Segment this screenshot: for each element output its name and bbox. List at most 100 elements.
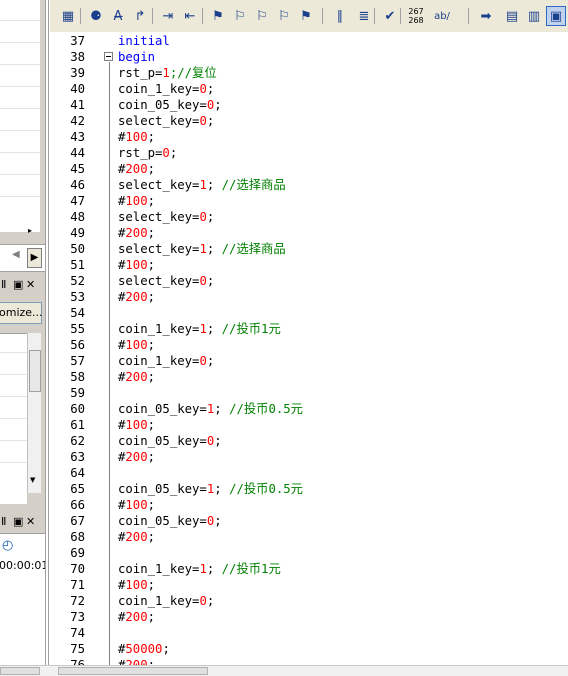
bookmark-next-icon[interactable]: ⚐ — [230, 6, 250, 26]
code-line: 54 — [50, 305, 568, 321]
pin-icon[interactable]: Ⅱ — [1, 278, 6, 291]
code-number: 100 — [125, 194, 148, 208]
indent-icon[interactable]: ⇥ — [158, 6, 178, 26]
code-number: 1 — [162, 66, 170, 80]
line-number: 46 — [70, 178, 85, 192]
toolbar-separator — [374, 8, 375, 24]
code-line: 52 select_key=0; — [50, 273, 568, 289]
line-number: 74 — [70, 626, 85, 640]
bookmark-clear-icon[interactable]: ⚐ — [274, 6, 294, 26]
scroll-icon[interactable]: ≣ — [354, 6, 374, 26]
code-line: 41 coin_05_key=0; — [50, 97, 568, 113]
left-hscroll-thumb[interactable] — [0, 667, 40, 675]
spellcheck-icon[interactable]: ✔ — [380, 6, 400, 26]
code-token: ; — [147, 610, 156, 624]
nav-left-arrow[interactable]: ◀ — [12, 249, 20, 260]
line-number: 65 — [70, 482, 85, 496]
code-text: select_key=1; //选择商品 — [118, 177, 286, 193]
restore-icon-2[interactable]: ▣ — [13, 515, 23, 528]
code-number: 100 — [125, 130, 148, 144]
line-number: 53 — [70, 290, 85, 304]
editor-hscroll-thumb[interactable] — [58, 667, 208, 675]
line-number: 76 — [70, 658, 85, 665]
line-number: 42 — [70, 114, 85, 128]
scroll-right-small[interactable]: ▸ — [28, 226, 32, 235]
code-number: 1 — [199, 562, 207, 576]
left-vscrollbar[interactable]: ▼ — [27, 333, 41, 493]
line-count-icon[interactable]: 267 268 — [406, 6, 426, 26]
view-icon[interactable]: ▦ — [58, 6, 78, 26]
close-icon-2[interactable]: ✕ — [26, 515, 35, 528]
arrow-right-icon[interactable]: ➡ — [476, 6, 496, 26]
panel-title-bar-1: Ⅱ ▣ ✕ — [0, 277, 45, 293]
panel-title-bar-2: Ⅱ ▣ ✕ — [0, 514, 45, 530]
code-line: 55 coin_1_key=1; //投币1元 — [50, 321, 568, 337]
code-text: coin_05_key=0; — [118, 433, 222, 449]
line-number: 69 — [70, 546, 85, 560]
line-number: 62 — [70, 434, 85, 448]
code-token: ; — [206, 562, 222, 576]
timer-area: ◴ 00:00:01 — [0, 533, 45, 666]
code-token: ; — [214, 402, 230, 416]
paperclip-icon[interactable]: ∥ — [330, 6, 350, 26]
code-token: ; — [147, 418, 156, 432]
code-line: 64 — [50, 465, 568, 481]
code-token: ; — [206, 114, 215, 128]
replace-icon[interactable]: A̶ — [108, 6, 128, 26]
customize-button[interactable]: omize... — [0, 302, 43, 324]
code-token: ; — [214, 482, 230, 496]
code-editor[interactable]: 37 initial 38 begin 39 rst_p=1;//复位 40 coin_1_k… — [50, 32, 568, 665]
scroll-thumb[interactable] — [29, 350, 41, 392]
line-number: 47 — [70, 194, 85, 208]
bookmark-toggle-icon[interactable]: ⚑ — [208, 6, 228, 26]
close-icon[interactable]: ✕ — [26, 278, 35, 291]
line-number: 71 — [70, 578, 85, 592]
code-token: ; — [169, 146, 178, 160]
scroll-down-arrow[interactable]: ▼ — [30, 476, 35, 484]
code-text: #50000; — [118, 641, 170, 657]
panel-icon[interactable]: ▤ — [502, 6, 522, 26]
toolbar-separator — [322, 8, 323, 24]
pin-icon-2[interactable]: Ⅱ — [1, 515, 6, 528]
code-token: ; — [214, 98, 222, 112]
line-number: 70 — [70, 562, 85, 576]
outdent-icon[interactable]: ⇤ — [180, 6, 200, 26]
timer-text: 00:00:01 — [0, 559, 45, 572]
goto-line-icon[interactable]: ↱ — [130, 6, 150, 26]
bookmark-clear-all-icon[interactable]: ⚑ — [296, 6, 316, 26]
code-line: 48 select_key=0; — [50, 209, 568, 225]
line-number: 54 — [70, 306, 85, 320]
splitter[interactable] — [45, 0, 49, 675]
horizontal-scrollbar[interactable] — [0, 665, 568, 676]
line-number: 45 — [70, 162, 85, 176]
code-text: #100; — [118, 497, 155, 513]
line-count-bottom: 268 — [408, 16, 424, 25]
code-token: ; — [206, 210, 215, 224]
restore-icon[interactable]: ▣ — [13, 278, 23, 291]
code-text: #100; — [118, 577, 155, 593]
code-token: coin_1_key= — [118, 354, 200, 368]
bookmark-prev-icon[interactable]: ⚐ — [252, 6, 272, 26]
line-number: 66 — [70, 498, 85, 512]
line-number: 57 — [70, 354, 85, 368]
code-number: 100 — [125, 418, 148, 432]
line-number: 39 — [70, 66, 85, 80]
code-token: coin_05_key= — [118, 482, 207, 496]
panel-left-icon[interactable]: ▥ — [524, 6, 544, 26]
toolbar-separator — [468, 8, 469, 24]
code-text: #200; — [118, 369, 155, 385]
code-text: coin_05_key=1; //投币0.5元 — [118, 401, 303, 417]
nav-right-arrow[interactable]: ▶ — [27, 248, 42, 268]
code-line: 40 coin_1_key=0; — [50, 81, 568, 97]
code-number: 100 — [125, 338, 148, 352]
code-token: ; — [147, 658, 156, 665]
line-number: 51 — [70, 258, 85, 272]
panel-active-icon[interactable]: ▣ — [546, 6, 566, 26]
code-token: ; — [147, 194, 156, 208]
find-icon[interactable]: ⚈ — [86, 6, 106, 26]
code-token: rst_p= — [118, 146, 163, 160]
code-number: 200 — [125, 610, 148, 624]
ab-icon[interactable]: ab/ — [430, 6, 454, 26]
code-number: 50000 — [125, 642, 163, 656]
code-line: 42 select_key=0; — [50, 113, 568, 129]
